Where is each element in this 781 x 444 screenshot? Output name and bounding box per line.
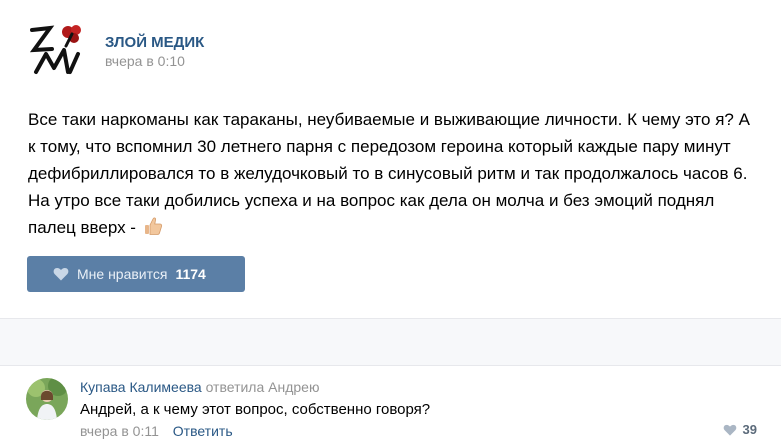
comment-avatar[interactable] xyxy=(26,378,68,420)
thumbs-up-icon xyxy=(144,217,162,235)
post-text-body: Все таки наркоманы как тараканы, неубива… xyxy=(28,110,750,237)
comment-text: Андрей, а к чему этот вопрос, собственно… xyxy=(80,401,431,418)
comment-author-line: Купава Калимеева ответила Андрею xyxy=(80,379,319,395)
comment-time[interactable]: вчера в 0:11 xyxy=(80,423,159,439)
comment-item: Купава Калимеева ответила Андрею Андрей,… xyxy=(0,365,781,444)
author-avatar-logo[interactable] xyxy=(28,20,86,78)
comment-like-count: 39 xyxy=(742,422,757,437)
post-text: Все таки наркоманы как тараканы, неубива… xyxy=(28,106,753,241)
post-time[interactable]: вчера в 0:10 xyxy=(105,53,185,69)
comment-reply-to[interactable]: ответила Андрею xyxy=(206,379,320,395)
comment-reply-button[interactable]: Ответить xyxy=(173,423,233,439)
comment-like-button[interactable]: 39 xyxy=(723,422,757,437)
comments-divider xyxy=(0,318,781,366)
heart-icon xyxy=(723,424,736,436)
heart-icon xyxy=(53,267,69,281)
post-author-name[interactable]: ЗЛОЙ МЕДИК xyxy=(105,34,204,51)
comment-meta: вчера в 0:11 Ответить xyxy=(80,423,233,439)
comment-author-name[interactable]: Купава Калимеева xyxy=(80,379,202,395)
like-count: 1174 xyxy=(175,266,206,282)
avatar-photo xyxy=(26,378,68,420)
like-button[interactable]: Мне нравится 1174 xyxy=(27,256,245,292)
like-label: Мне нравится xyxy=(77,266,168,282)
